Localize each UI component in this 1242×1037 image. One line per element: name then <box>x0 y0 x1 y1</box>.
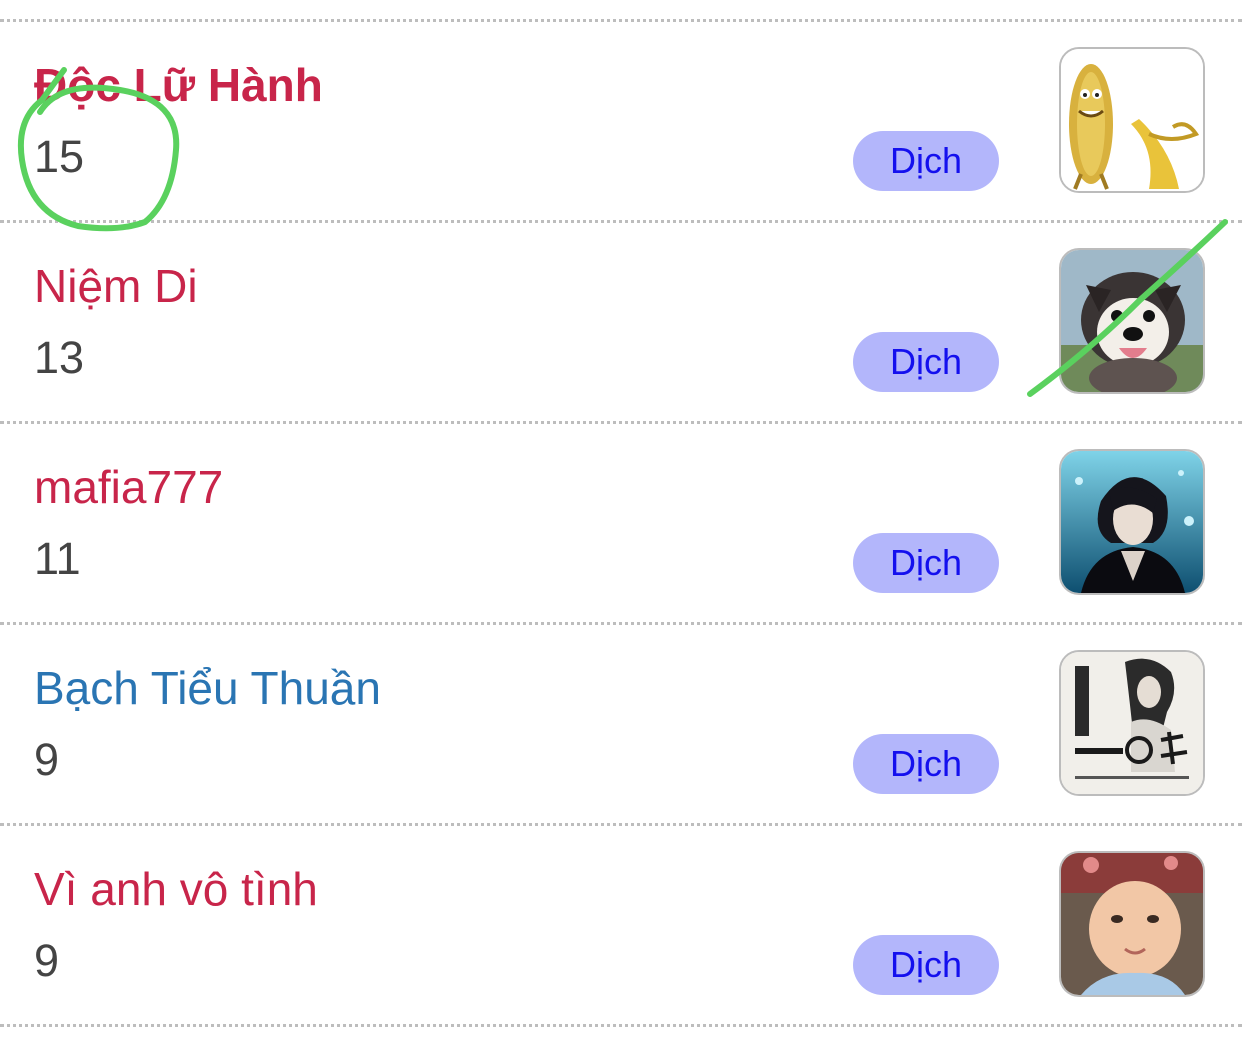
translate-button[interactable]: Dịch <box>853 734 999 794</box>
list-item: Niệm Di 13 Dịch <box>0 222 1242 422</box>
user-name[interactable]: Vì anh vô tình <box>34 861 318 917</box>
row-divider <box>0 1024 1242 1027</box>
user-count: 13 <box>34 332 85 383</box>
user-name[interactable]: Độc Lữ Hành <box>34 57 323 113</box>
user-count: 9 <box>34 935 60 986</box>
ink-art-avatar-icon[interactable] <box>1059 650 1205 796</box>
translate-button[interactable]: Dịch <box>853 935 999 995</box>
translate-button[interactable]: Dịch <box>853 533 999 593</box>
user-name[interactable]: mafia777 <box>34 459 223 515</box>
list-item: Độc Lữ Hành 15 Dịch <box>0 21 1242 221</box>
translate-button[interactable]: Dịch <box>853 131 999 191</box>
user-name[interactable]: Bạch Tiểu Thuần <box>34 660 381 716</box>
user-name[interactable]: Niệm Di <box>34 258 198 314</box>
list-item: Bạch Tiểu Thuần 9 Dịch <box>0 624 1242 824</box>
translate-button[interactable]: Dịch <box>853 332 999 392</box>
list-item: mafia777 11 Dịch <box>0 423 1242 623</box>
list-item: Vì anh vô tình 9 Dịch <box>0 825 1242 1025</box>
user-count: 15 <box>34 131 85 182</box>
ranking-list: Độc Lữ Hành 15 Dịch Niệm Di 13 Dịch mafi… <box>0 0 1242 1037</box>
user-count: 9 <box>34 734 60 785</box>
user-count: 11 <box>34 533 81 584</box>
baby-photo-avatar-icon[interactable] <box>1059 851 1205 997</box>
banana-character-avatar-icon[interactable] <box>1059 47 1205 193</box>
puppy-avatar-icon[interactable] <box>1059 248 1205 394</box>
anime-man-avatar-icon[interactable] <box>1059 449 1205 595</box>
